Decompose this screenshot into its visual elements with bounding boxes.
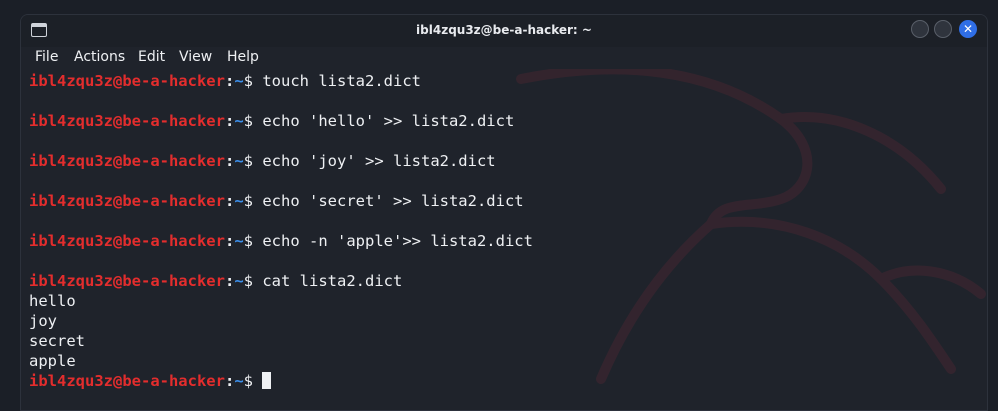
prompt-colon: : (224, 192, 235, 210)
prompt-user-host: ibl4zqu3z@be-a-hacker (29, 232, 225, 250)
prompt-colon: : (224, 152, 235, 170)
prompt-colon: : (224, 272, 235, 290)
window-title: ibl4zqu3z@be-a-hacker: ~ (416, 23, 592, 37)
menu-file[interactable]: File (35, 49, 58, 65)
prompt-colon: : (224, 372, 235, 390)
prompt-path: ~ (234, 372, 244, 390)
prompt-symbol: $ (243, 152, 253, 170)
prompt-symbol: $ (243, 372, 253, 390)
prompt-symbol: $ (243, 272, 253, 290)
prompt-colon: : (224, 72, 235, 90)
text-cursor (262, 372, 272, 389)
prompt-path: ~ (234, 72, 244, 90)
prompt-line: ibl4zqu3z@be-a-hacker:~$ echo 'secret' >… (29, 191, 979, 211)
terminal-area[interactable]: ibl4zqu3z@be-a-hacker:~$ touch lista2.di… (21, 69, 987, 410)
prompt-user-host: ibl4zqu3z@be-a-hacker (29, 272, 225, 290)
command-text: cat lista2.dict (262, 272, 403, 290)
terminal-window: ibl4zqu3z@be-a-hacker: ~ ✕ File Actions … (20, 14, 988, 411)
menu-edit[interactable]: Edit (138, 49, 165, 65)
minimize-button[interactable] (911, 20, 929, 38)
prompt-path: ~ (234, 272, 244, 290)
prompt-user-host: ibl4zqu3z@be-a-hacker (29, 72, 225, 90)
prompt-line: ibl4zqu3z@be-a-hacker:~$ echo -n 'apple'… (29, 231, 979, 251)
prompt-user-host: ibl4zqu3z@be-a-hacker (29, 372, 225, 390)
output-line: secret (29, 332, 85, 350)
menu-view[interactable]: View (179, 49, 212, 65)
prompt-line: ibl4zqu3z@be-a-hacker:~$ (29, 371, 979, 391)
menu-bar: File Actions Edit View Help (21, 47, 987, 69)
prompt-symbol: $ (243, 192, 253, 210)
prompt-colon: : (224, 112, 235, 130)
prompt-symbol: $ (243, 72, 253, 90)
output-line: joy (29, 312, 57, 330)
output-line: apple (29, 352, 76, 370)
prompt-user-host: ibl4zqu3z@be-a-hacker (29, 152, 225, 170)
command-text: echo 'secret' >> lista2.dict (262, 192, 524, 210)
command-text: echo 'hello' >> lista2.dict (262, 112, 515, 130)
command-text: touch lista2.dict (262, 72, 421, 90)
terminal-output: ibl4zqu3z@be-a-hacker:~$ touch lista2.di… (29, 71, 979, 391)
output-line: hello (29, 292, 76, 310)
prompt-symbol: $ (243, 112, 253, 130)
close-button[interactable]: ✕ (959, 20, 977, 38)
prompt-path: ~ (234, 232, 244, 250)
command-text: echo -n 'apple'>> lista2.dict (262, 232, 533, 250)
menu-help[interactable]: Help (227, 49, 259, 65)
prompt-line: ibl4zqu3z@be-a-hacker:~$ echo 'hello' >>… (29, 111, 979, 131)
prompt-path: ~ (234, 112, 244, 130)
maximize-button[interactable] (934, 20, 952, 38)
prompt-path: ~ (234, 192, 244, 210)
command-text: echo 'joy' >> lista2.dict (262, 152, 496, 170)
menu-actions[interactable]: Actions (74, 49, 125, 65)
prompt-line: ibl4zqu3z@be-a-hacker:~$ echo 'joy' >> l… (29, 151, 979, 171)
prompt-user-host: ibl4zqu3z@be-a-hacker (29, 112, 225, 130)
prompt-symbol: $ (243, 232, 253, 250)
title-bar[interactable]: ibl4zqu3z@be-a-hacker: ~ ✕ (21, 15, 987, 47)
prompt-colon: : (224, 232, 235, 250)
prompt-user-host: ibl4zqu3z@be-a-hacker (29, 192, 225, 210)
prompt-path: ~ (234, 152, 244, 170)
prompt-line: ibl4zqu3z@be-a-hacker:~$ cat lista2.dict (29, 271, 979, 291)
prompt-line: ibl4zqu3z@be-a-hacker:~$ touch lista2.di… (29, 71, 979, 91)
